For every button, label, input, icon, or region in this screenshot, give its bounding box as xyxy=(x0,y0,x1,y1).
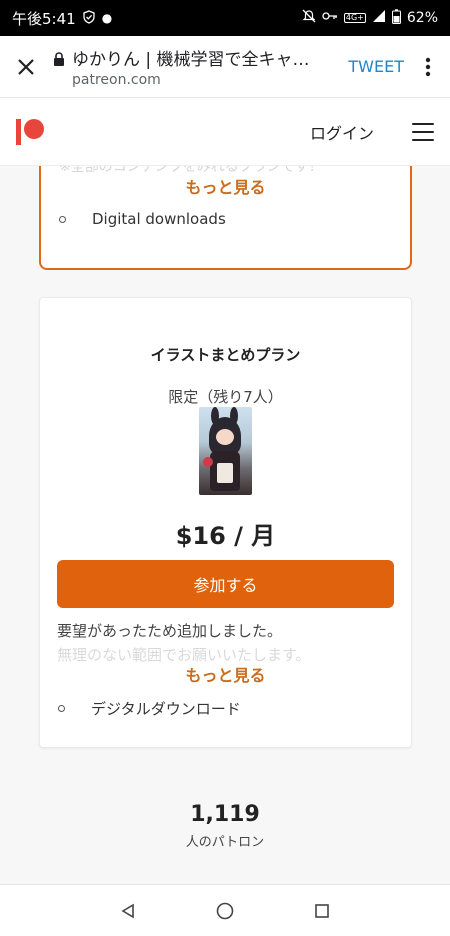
bullet-icon xyxy=(59,215,66,223)
mute-icon xyxy=(302,9,316,27)
close-icon[interactable] xyxy=(0,36,52,98)
benefit-label: デジタルダウンロード xyxy=(91,700,241,718)
tweet-button[interactable]: TWEET xyxy=(348,57,404,76)
page-content: ※全部のコンテンツをみれるプランです！ もっと見る Digital downlo… xyxy=(0,166,450,884)
tier-illustration xyxy=(199,407,252,495)
status-time: 午後5:41 xyxy=(12,9,76,28)
patron-stats: 1,119 人のパトロン xyxy=(0,802,450,850)
page-title: ゆかりん | 機械学習で全キャ… xyxy=(72,50,310,70)
login-link[interactable]: ログイン xyxy=(310,120,374,144)
key-icon xyxy=(322,10,338,26)
browser-toolbar: ゆかりん | 機械学習で全キャ… patreon.com TWEET xyxy=(0,36,450,98)
list-item: デジタルダウンロード xyxy=(58,698,241,719)
network-badge: 4G+ xyxy=(343,13,366,23)
recents-icon[interactable] xyxy=(311,900,333,922)
patron-count: 1,119 xyxy=(190,802,260,827)
previous-tier-card: ※全部のコンテンツをみれるプランです！ もっと見る Digital downlo… xyxy=(39,166,412,270)
tier-more-link[interactable]: もっと見る xyxy=(40,662,411,686)
tier-limited-badge: 限定（残り7人） xyxy=(168,388,283,406)
tier-price: $16 / 月 xyxy=(175,522,276,550)
battery-icon xyxy=(391,8,401,28)
hamburger-menu-icon[interactable] xyxy=(412,122,434,141)
home-icon[interactable] xyxy=(214,900,236,922)
system-nav-bar xyxy=(0,884,450,936)
tier-card: イラストまとめプラン 限定（残り7人） $16 / 月 参加する 要望があったた… xyxy=(39,297,412,748)
page-url: patreon.com xyxy=(72,72,161,88)
join-button[interactable]: 参加する xyxy=(57,560,394,608)
patreon-logo-icon[interactable] xyxy=(16,117,44,147)
tier-description: 要望があったため追加しました。 xyxy=(57,622,283,640)
shield-check-icon xyxy=(82,10,96,26)
list-item: Digital downloads xyxy=(59,210,226,228)
previous-tier-more-link[interactable]: もっと見る xyxy=(41,174,410,198)
benefit-label: Digital downloads xyxy=(92,210,226,228)
status-bar: 午後5:41 ● 4G+ 62% xyxy=(0,0,450,36)
patron-label: 人のパトロン xyxy=(185,835,265,850)
back-icon[interactable] xyxy=(117,900,139,922)
notification-dot-icon: ● xyxy=(101,11,113,25)
more-options-icon[interactable] xyxy=(416,55,440,79)
battery-percent: 62% xyxy=(406,10,438,26)
tier-title: イラストまとめプラン xyxy=(150,346,301,364)
lock-icon xyxy=(52,51,66,66)
site-header: ログイン xyxy=(0,98,450,166)
browser-address[interactable]: ゆかりん | 機械学習で全キャ… patreon.com xyxy=(52,45,348,88)
bullet-icon xyxy=(58,705,65,712)
signal-icon xyxy=(372,9,386,27)
